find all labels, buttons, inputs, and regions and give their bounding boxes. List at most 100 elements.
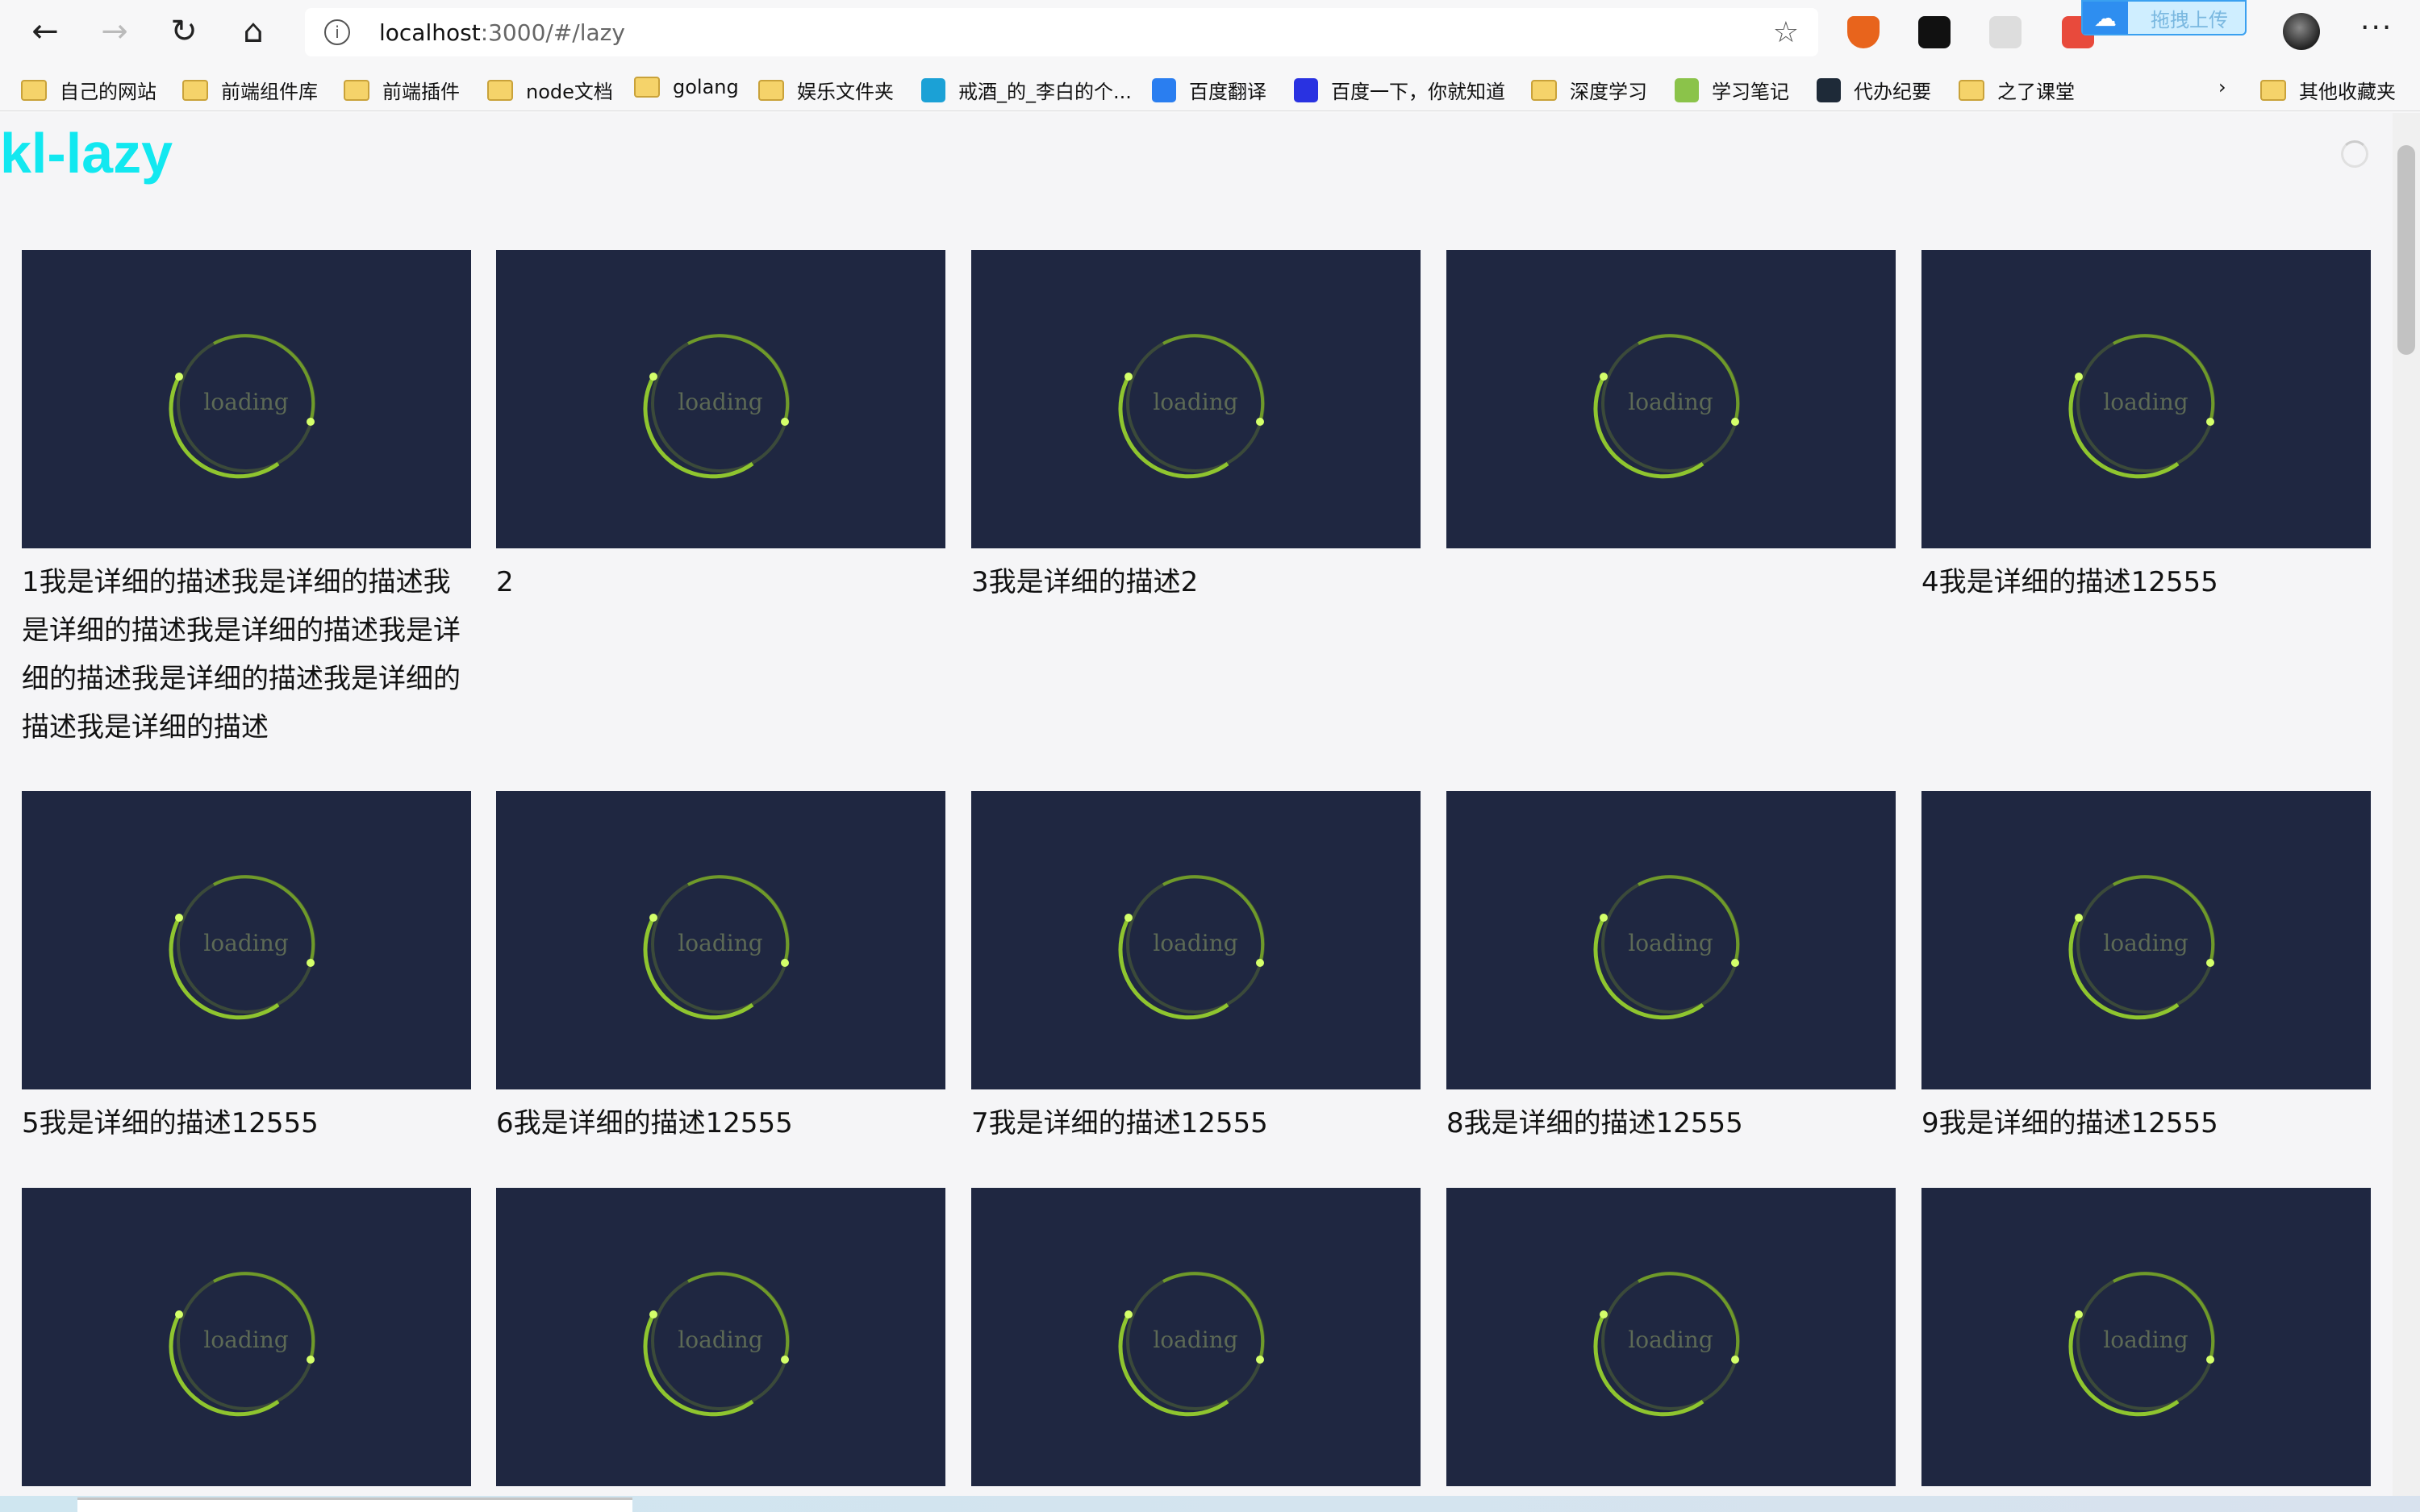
bookmark-other[interactable]: 其他收藏夹 <box>2260 76 2396 104</box>
loading-text: loading <box>1628 930 1713 956</box>
loading-spinner-icon: loading <box>169 1272 315 1417</box>
extension-react-icon[interactable] <box>1989 16 2022 48</box>
bookmark-label: 百度翻译 <box>1189 81 1266 103</box>
lazy-image-card: loading 9我是详细的描述12555 <box>1921 791 2371 1148</box>
lazy-image-placeholder: loading <box>1921 791 2371 1089</box>
folder-icon <box>344 79 369 101</box>
taskbar <box>0 1496 2420 1512</box>
lazy-image-placeholder: loading <box>496 791 945 1089</box>
lazy-image-placeholder: loading <box>1446 250 1896 548</box>
bilibili-icon <box>921 77 945 102</box>
card-description: 9我是详细的描述12555 <box>1921 1107 2218 1139</box>
lazy-image-card: loading <box>22 1188 471 1496</box>
extension-shield-icon[interactable] <box>1847 16 1880 48</box>
bookmarks-overflow-chevron-icon[interactable]: › <box>2218 76 2226 98</box>
bookmark-label: 娱乐文件夹 <box>797 81 894 103</box>
bookmark-label: 百度一下，你就知道 <box>1331 81 1505 103</box>
extension-tampermonkey-icon[interactable] <box>1918 16 1951 48</box>
bookmark-item[interactable]: 之了课堂 <box>1959 76 2075 104</box>
taskbar-search[interactable] <box>77 1497 632 1512</box>
bookmark-item[interactable]: 自己的网站 <box>21 76 156 104</box>
upload-drop-widget[interactable]: ☁ 拖拽上传 <box>2081 0 2247 35</box>
loading-spinner-icon: loading <box>2068 875 2215 1020</box>
back-button[interactable]: ← <box>21 7 69 56</box>
lazy-image-card: loading <box>1921 1188 2371 1496</box>
bookmarks-bar: › 其他收藏夹 自己的网站 前端组件库 前端插件 node文档 golang 娱乐文件夹 戒… <box>0 65 2420 111</box>
bookmark-label: 其他收藏夹 <box>2299 81 2396 103</box>
loading-spinner-icon: loading <box>2068 334 2215 479</box>
card-description: 3我是详细的描述2 <box>971 566 1199 598</box>
loading-text: loading <box>2103 389 2188 415</box>
lazy-image-card: loading 4我是详细的描述12555 <box>1921 250 2371 606</box>
address-bar[interactable]: i localhost:3000/#/lazy ☆ <box>305 8 1818 56</box>
card-description: 6我是详细的描述12555 <box>496 1107 793 1139</box>
loading-spinner-icon: loading <box>643 334 790 479</box>
page-title: kl-lazy <box>0 122 173 185</box>
lazy-image-placeholder: loading <box>971 791 1421 1089</box>
bookmark-item[interactable]: golang <box>634 76 739 98</box>
info-icon[interactable]: i <box>324 19 350 45</box>
lazy-image-placeholder: loading <box>971 1188 1421 1486</box>
loading-spinner-icon: loading <box>643 1272 790 1417</box>
lazy-image-placeholder: loading <box>971 250 1421 548</box>
url-text: localhost:3000/#/lazy <box>379 19 625 46</box>
upload-label: 拖拽上传 <box>2151 8 2228 31</box>
scrollbar-thumb[interactable] <box>2397 145 2415 355</box>
translate-icon <box>1152 77 1176 102</box>
loading-spinner-icon: loading <box>2068 1272 2215 1417</box>
bookmark-item[interactable]: 戒酒_的_李白的个... <box>921 76 1132 104</box>
avatar[interactable] <box>2283 13 2320 50</box>
folder-icon <box>487 79 513 101</box>
baidu-icon <box>1294 77 1318 102</box>
lazy-image-placeholder: loading <box>22 250 471 548</box>
bookmark-label: node文档 <box>526 81 613 103</box>
loading-spinner-icon: loading <box>1118 875 1265 1020</box>
loading-text: loading <box>678 930 762 956</box>
bookmark-item[interactable]: 学习笔记 <box>1675 76 1789 104</box>
folder-icon <box>1531 79 1557 101</box>
add-favorite-icon[interactable]: ☆ <box>1773 16 1799 49</box>
forward-button[interactable]: → <box>90 7 139 56</box>
home-button[interactable]: ⌂ <box>229 7 277 56</box>
loading-spinner-icon: loading <box>169 875 315 1020</box>
lazy-image-card: loading 7我是详细的描述12555 <box>971 791 1421 1148</box>
lazy-image-placeholder: loading <box>496 1188 945 1486</box>
browser-toolbar: ← → ↻ ⌂ i localhost:3000/#/lazy ☆ ☁ 拖拽上传… <box>0 0 2420 63</box>
folder-icon <box>634 77 660 98</box>
loading-spinner-icon: loading <box>1118 334 1265 479</box>
lazy-image-placeholder: loading <box>1446 1188 1896 1486</box>
card-description: 8我是详细的描述12555 <box>1446 1107 1743 1139</box>
bookmark-item[interactable]: node文档 <box>487 76 613 104</box>
loading-spinner-icon: loading <box>1118 1272 1265 1417</box>
lazy-image-placeholder: loading <box>22 1188 471 1486</box>
lazy-image-card: loading 8我是详细的描述12555 <box>1446 791 1896 1148</box>
loading-spinner-icon: loading <box>169 334 315 479</box>
more-menu-icon[interactable]: ··· <box>2360 11 2393 44</box>
lazy-image-card: loading 6我是详细的描述12555 <box>496 791 945 1148</box>
lazy-image-card: loading 5我是详细的描述12555 <box>22 791 471 1148</box>
loading-text: loading <box>1153 389 1237 415</box>
reload-button[interactable]: ↻ <box>160 7 208 56</box>
card-description: 1我是详细的描述我是详细的描述我是详细的描述我是详细的描述我是详细的描述我是详细… <box>22 566 461 744</box>
bookmark-label: 前端组件库 <box>221 81 318 103</box>
bookmark-item[interactable]: 百度翻译 <box>1152 76 1266 104</box>
folder-icon <box>2260 79 2286 101</box>
bookmark-label: 深度学习 <box>1570 81 1647 103</box>
lazy-image-placeholder: loading <box>496 250 945 548</box>
bookmark-item[interactable]: 代办纪要 <box>1817 76 1931 104</box>
scrollbar[interactable] <box>2393 113 2420 1496</box>
bookmark-item[interactable]: 前端组件库 <box>182 76 318 104</box>
bookmark-label: golang <box>673 76 739 98</box>
lazy-image-card: loading <box>496 1188 945 1496</box>
folder-icon <box>21 79 47 101</box>
bookmark-item[interactable]: 深度学习 <box>1531 76 1647 104</box>
baidu-cloud-icon: ☁ <box>2083 2 2128 34</box>
bookmark-item[interactable]: 百度一下，你就知道 <box>1294 76 1505 104</box>
loading-text: loading <box>678 389 762 415</box>
card-description: 4我是详细的描述12555 <box>1921 566 2218 598</box>
bookmark-item[interactable]: 前端插件 <box>344 76 460 104</box>
bookmark-item[interactable]: 娱乐文件夹 <box>758 76 894 104</box>
bookmark-label: 自己的网站 <box>60 81 156 103</box>
lazy-image-card: loading <box>971 1188 1421 1496</box>
url-host: localhost <box>379 19 481 46</box>
